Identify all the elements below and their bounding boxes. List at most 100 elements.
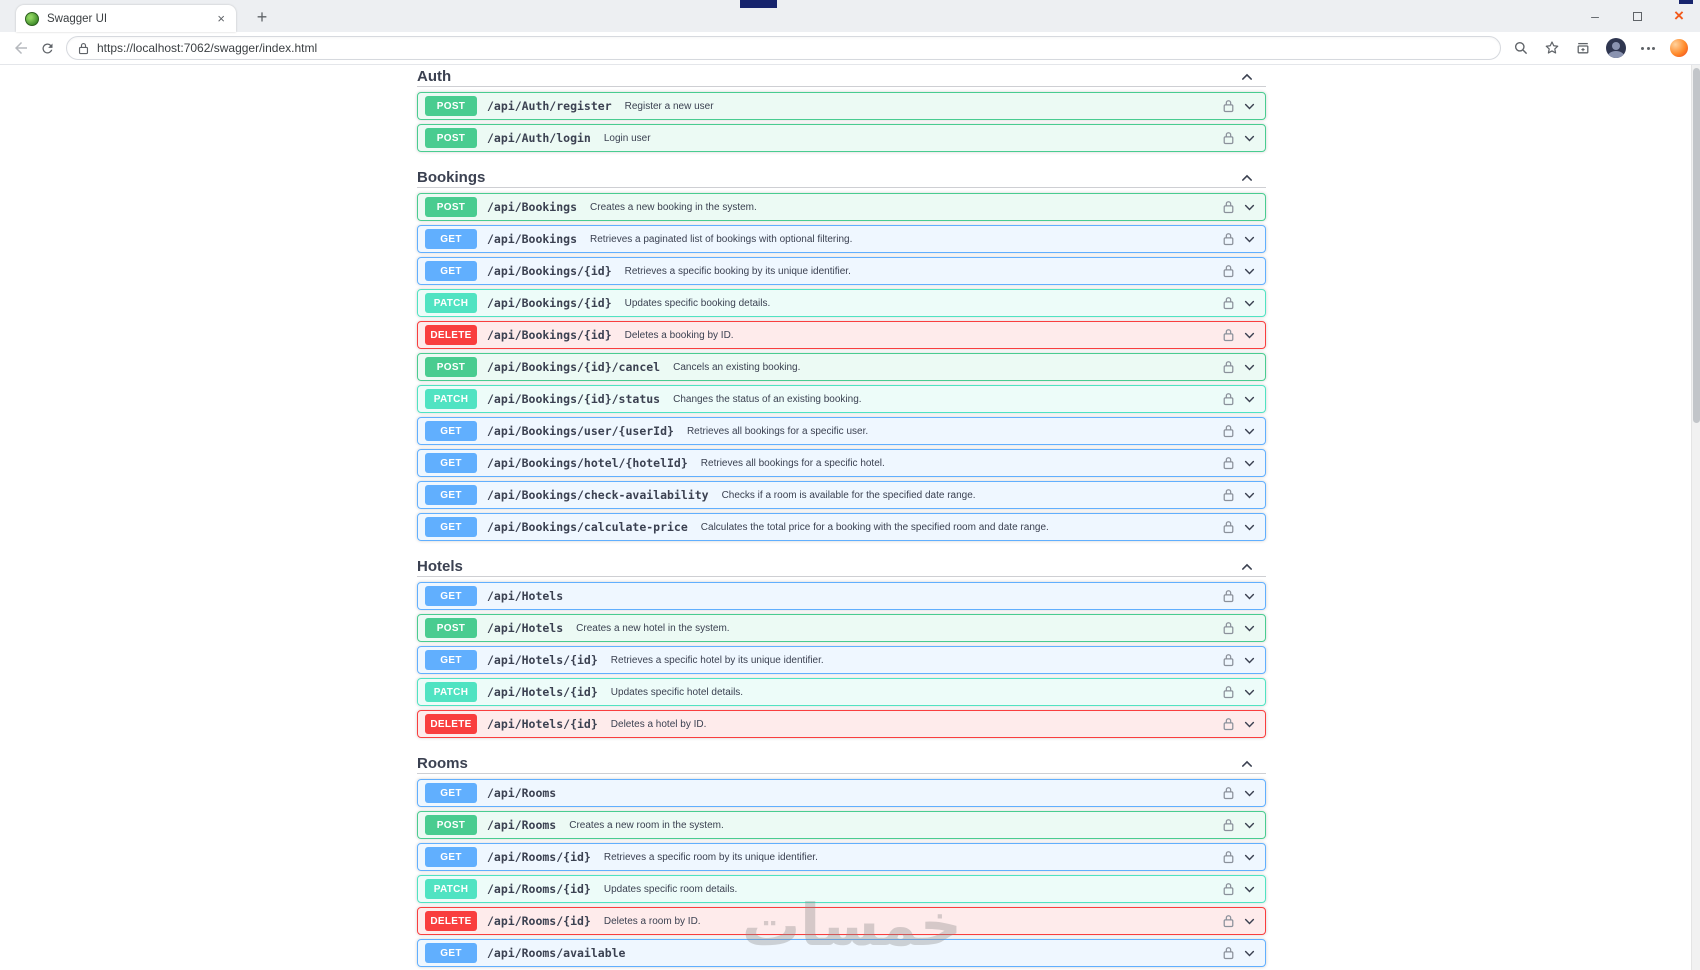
auth-lock-icon[interactable] [1223, 685, 1234, 699]
expand-operation-icon[interactable] [1243, 425, 1256, 438]
operation-row[interactable]: GET /api/Rooms/available [417, 939, 1266, 967]
expand-operation-icon[interactable] [1243, 265, 1256, 278]
operation-row[interactable]: GET /api/Bookings/calculate-price Calcul… [417, 513, 1266, 541]
expand-operation-icon[interactable] [1243, 819, 1256, 832]
expand-operation-icon[interactable] [1243, 851, 1256, 864]
address-bar[interactable]: https://localhost:7062/swagger/index.htm… [66, 36, 1501, 60]
expand-operation-icon[interactable] [1243, 622, 1256, 635]
auth-lock-icon[interactable] [1223, 589, 1234, 603]
section-header[interactable]: Bookings [417, 168, 1266, 188]
new-tab-button[interactable]: + [250, 5, 274, 29]
auth-lock-icon[interactable] [1223, 914, 1234, 928]
vertical-scrollbar[interactable] [1691, 65, 1700, 970]
favorites-button[interactable] [1544, 40, 1560, 56]
auth-lock-icon[interactable] [1223, 328, 1234, 342]
tab-close-icon[interactable]: × [215, 11, 227, 26]
method-badge: POST [425, 197, 477, 217]
expand-operation-icon[interactable] [1243, 132, 1256, 145]
expand-operation-icon[interactable] [1243, 915, 1256, 928]
profile-avatar[interactable] [1606, 38, 1626, 58]
operation-row[interactable]: GET /api/Hotels/{id} Retrieves a specifi… [417, 646, 1266, 674]
operation-row[interactable]: GET /api/Bookings Retrieves a paginated … [417, 225, 1266, 253]
collapse-section-icon[interactable] [1240, 171, 1254, 185]
section-header[interactable]: Rooms [417, 754, 1266, 774]
expand-operation-icon[interactable] [1243, 393, 1256, 406]
operation-row[interactable]: POST /api/Bookings/{id}/cancel Cancels a… [417, 353, 1266, 381]
operation-row[interactable]: POST /api/Bookings Creates a new booking… [417, 193, 1266, 221]
operation-row[interactable]: POST /api/Rooms Creates a new room in th… [417, 811, 1266, 839]
operation-row[interactable]: POST /api/Hotels Creates a new hotel in … [417, 614, 1266, 642]
operation-row[interactable]: PATCH /api/Bookings/{id}/status Changes … [417, 385, 1266, 413]
operation-row[interactable]: GET /api/Rooms/{id} Retrieves a specific… [417, 843, 1266, 871]
auth-lock-icon[interactable] [1223, 850, 1234, 864]
expand-operation-icon[interactable] [1243, 883, 1256, 896]
auth-lock-icon[interactable] [1223, 232, 1234, 246]
expand-operation-icon[interactable] [1243, 590, 1256, 603]
auth-lock-icon[interactable] [1223, 360, 1234, 374]
auth-lock-icon[interactable] [1223, 786, 1234, 800]
minimize-button[interactable]: – [1574, 0, 1616, 32]
operation-row[interactable]: GET /api/Hotels [417, 582, 1266, 610]
auth-lock-icon[interactable] [1223, 621, 1234, 635]
auth-lock-icon[interactable] [1223, 882, 1234, 896]
auth-lock-icon[interactable] [1223, 296, 1234, 310]
scrollbar-thumb[interactable] [1693, 68, 1700, 423]
operation-row[interactable]: PATCH /api/Rooms/{id} Updates specific r… [417, 875, 1266, 903]
expand-operation-icon[interactable] [1243, 361, 1256, 374]
maximize-button[interactable] [1616, 0, 1658, 32]
auth-lock-icon[interactable] [1223, 424, 1234, 438]
expand-operation-icon[interactable] [1243, 686, 1256, 699]
auth-lock-icon[interactable] [1223, 99, 1234, 113]
operation-row[interactable]: DELETE /api/Bookings/{id} Deletes a book… [417, 321, 1266, 349]
operation-icons [1215, 328, 1265, 342]
operation-row[interactable]: PATCH /api/Hotels/{id} Updates specific … [417, 678, 1266, 706]
collapse-section-icon[interactable] [1240, 757, 1254, 771]
collections-button[interactable] [1575, 40, 1591, 56]
expand-operation-icon[interactable] [1243, 297, 1256, 310]
operation-row[interactable]: DELETE /api/Hotels/{id} Deletes a hotel … [417, 710, 1266, 738]
auth-lock-icon[interactable] [1223, 456, 1234, 470]
operation-row[interactable]: DELETE /api/Rooms/{id} Deletes a room by… [417, 907, 1266, 935]
operation-row[interactable]: POST /api/Auth/login Login user [417, 124, 1266, 152]
auth-lock-icon[interactable] [1223, 520, 1234, 534]
browser-nav-bar: https://localhost:7062/swagger/index.htm… [0, 32, 1700, 65]
section-header[interactable]: Auth [417, 67, 1266, 87]
auth-lock-icon[interactable] [1223, 653, 1234, 667]
auth-lock-icon[interactable] [1223, 264, 1234, 278]
expand-operation-icon[interactable] [1243, 718, 1256, 731]
expand-operation-icon[interactable] [1243, 521, 1256, 534]
auth-lock-icon[interactable] [1223, 717, 1234, 731]
operation-row[interactable]: GET /api/Bookings/check-availability Che… [417, 481, 1266, 509]
browser-menu-button[interactable] [1641, 47, 1655, 50]
expand-operation-icon[interactable] [1243, 654, 1256, 667]
copilot-button[interactable] [1670, 39, 1688, 57]
operation-row[interactable]: PATCH /api/Bookings/{id} Updates specifi… [417, 289, 1266, 317]
refresh-button[interactable] [34, 35, 60, 61]
auth-lock-icon[interactable] [1223, 946, 1234, 960]
operation-row[interactable]: GET /api/Bookings/user/{userId} Retrieve… [417, 417, 1266, 445]
back-button[interactable] [8, 35, 34, 61]
collapse-section-icon[interactable] [1240, 560, 1254, 574]
auth-lock-icon[interactable] [1223, 200, 1234, 214]
auth-lock-icon[interactable] [1223, 818, 1234, 832]
expand-operation-icon[interactable] [1243, 100, 1256, 113]
operation-row[interactable]: GET /api/Bookings/hotel/{hotelId} Retrie… [417, 449, 1266, 477]
auth-lock-icon[interactable] [1223, 488, 1234, 502]
expand-operation-icon[interactable] [1243, 329, 1256, 342]
expand-operation-icon[interactable] [1243, 457, 1256, 470]
expand-operation-icon[interactable] [1243, 489, 1256, 502]
auth-lock-icon[interactable] [1223, 392, 1234, 406]
browser-tab[interactable]: Swagger UI × [16, 5, 236, 32]
zoom-button[interactable] [1513, 40, 1529, 56]
close-button[interactable]: × [1658, 0, 1700, 32]
collapse-section-icon[interactable] [1240, 70, 1254, 84]
auth-lock-icon[interactable] [1223, 131, 1234, 145]
expand-operation-icon[interactable] [1243, 233, 1256, 246]
expand-operation-icon[interactable] [1243, 787, 1256, 800]
operation-row[interactable]: GET /api/Bookings/{id} Retrieves a speci… [417, 257, 1266, 285]
operation-row[interactable]: GET /api/Rooms [417, 779, 1266, 807]
section-header[interactable]: Hotels [417, 557, 1266, 577]
expand-operation-icon[interactable] [1243, 947, 1256, 960]
operation-row[interactable]: POST /api/Auth/register Register a new u… [417, 92, 1266, 120]
expand-operation-icon[interactable] [1243, 201, 1256, 214]
